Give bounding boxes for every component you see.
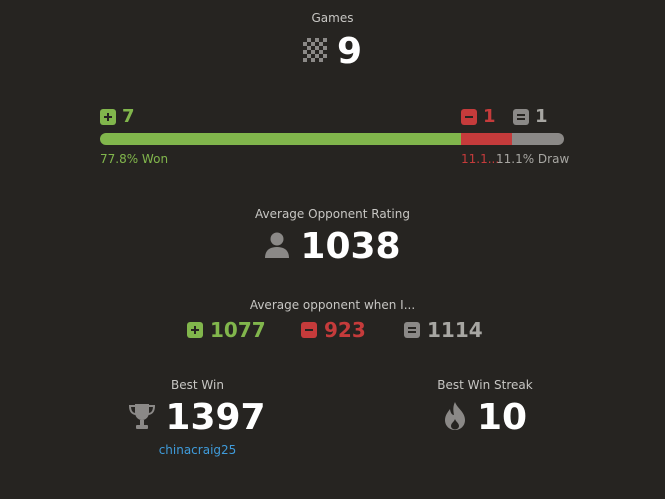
draw-percent: 11.1% Draw: [496, 152, 570, 166]
avg-rating-label: Average Opponent Rating: [255, 207, 410, 221]
wins-count: 7: [100, 106, 135, 127]
draws-count: 1: [513, 106, 548, 127]
best-win-streak-value: 10: [476, 397, 528, 438]
minus-icon: [461, 108, 477, 125]
wins-value: 7: [122, 106, 135, 127]
result-bar-draw: [512, 133, 564, 145]
best-win-opponent-link[interactable]: chinacraig25: [0, 443, 395, 457]
result-bar-win: [100, 133, 461, 145]
result-bar: [100, 133, 564, 145]
best-win-streak-stat: 10: [370, 397, 600, 439]
minus-icon: [301, 322, 317, 338]
flame-icon: [443, 401, 467, 435]
avg-rating-stat: 1038: [0, 226, 665, 268]
best-win-label: Best Win: [171, 378, 224, 392]
losses-value: 1: [483, 106, 496, 127]
best-win-value: 1397: [165, 397, 266, 438]
games-stat: 9: [0, 32, 665, 72]
avg-when-draw: 1114: [404, 318, 483, 342]
avg-when-win: 1077: [187, 318, 266, 342]
avg-when-label: Average opponent when I...: [249, 298, 416, 312]
best-win-stat: 1397: [0, 397, 395, 439]
avg-when-loss-value: 923: [324, 318, 366, 342]
games-label: Games: [311, 11, 354, 25]
trophy-icon: [129, 402, 156, 434]
games-count: 9: [336, 31, 363, 72]
best-win-streak-label: Best Win Streak: [437, 378, 533, 392]
avg-when-win-value: 1077: [210, 318, 266, 342]
won-percent: 77.8% Won: [100, 152, 169, 166]
loss-percent: 11.1...: [461, 152, 500, 166]
losses-count: 1: [461, 106, 496, 127]
avg-when-loss: 923: [301, 318, 366, 342]
avg-rating-value: 1038: [300, 226, 401, 267]
equals-icon: [513, 108, 529, 125]
plus-icon: [100, 108, 116, 125]
chessboard-icon: [302, 38, 327, 66]
person-icon: [264, 231, 290, 263]
equals-icon: [404, 322, 420, 338]
result-bar-loss: [460, 133, 513, 145]
avg-when-draw-value: 1114: [427, 318, 483, 342]
plus-icon: [187, 322, 203, 338]
draws-value: 1: [535, 106, 548, 127]
